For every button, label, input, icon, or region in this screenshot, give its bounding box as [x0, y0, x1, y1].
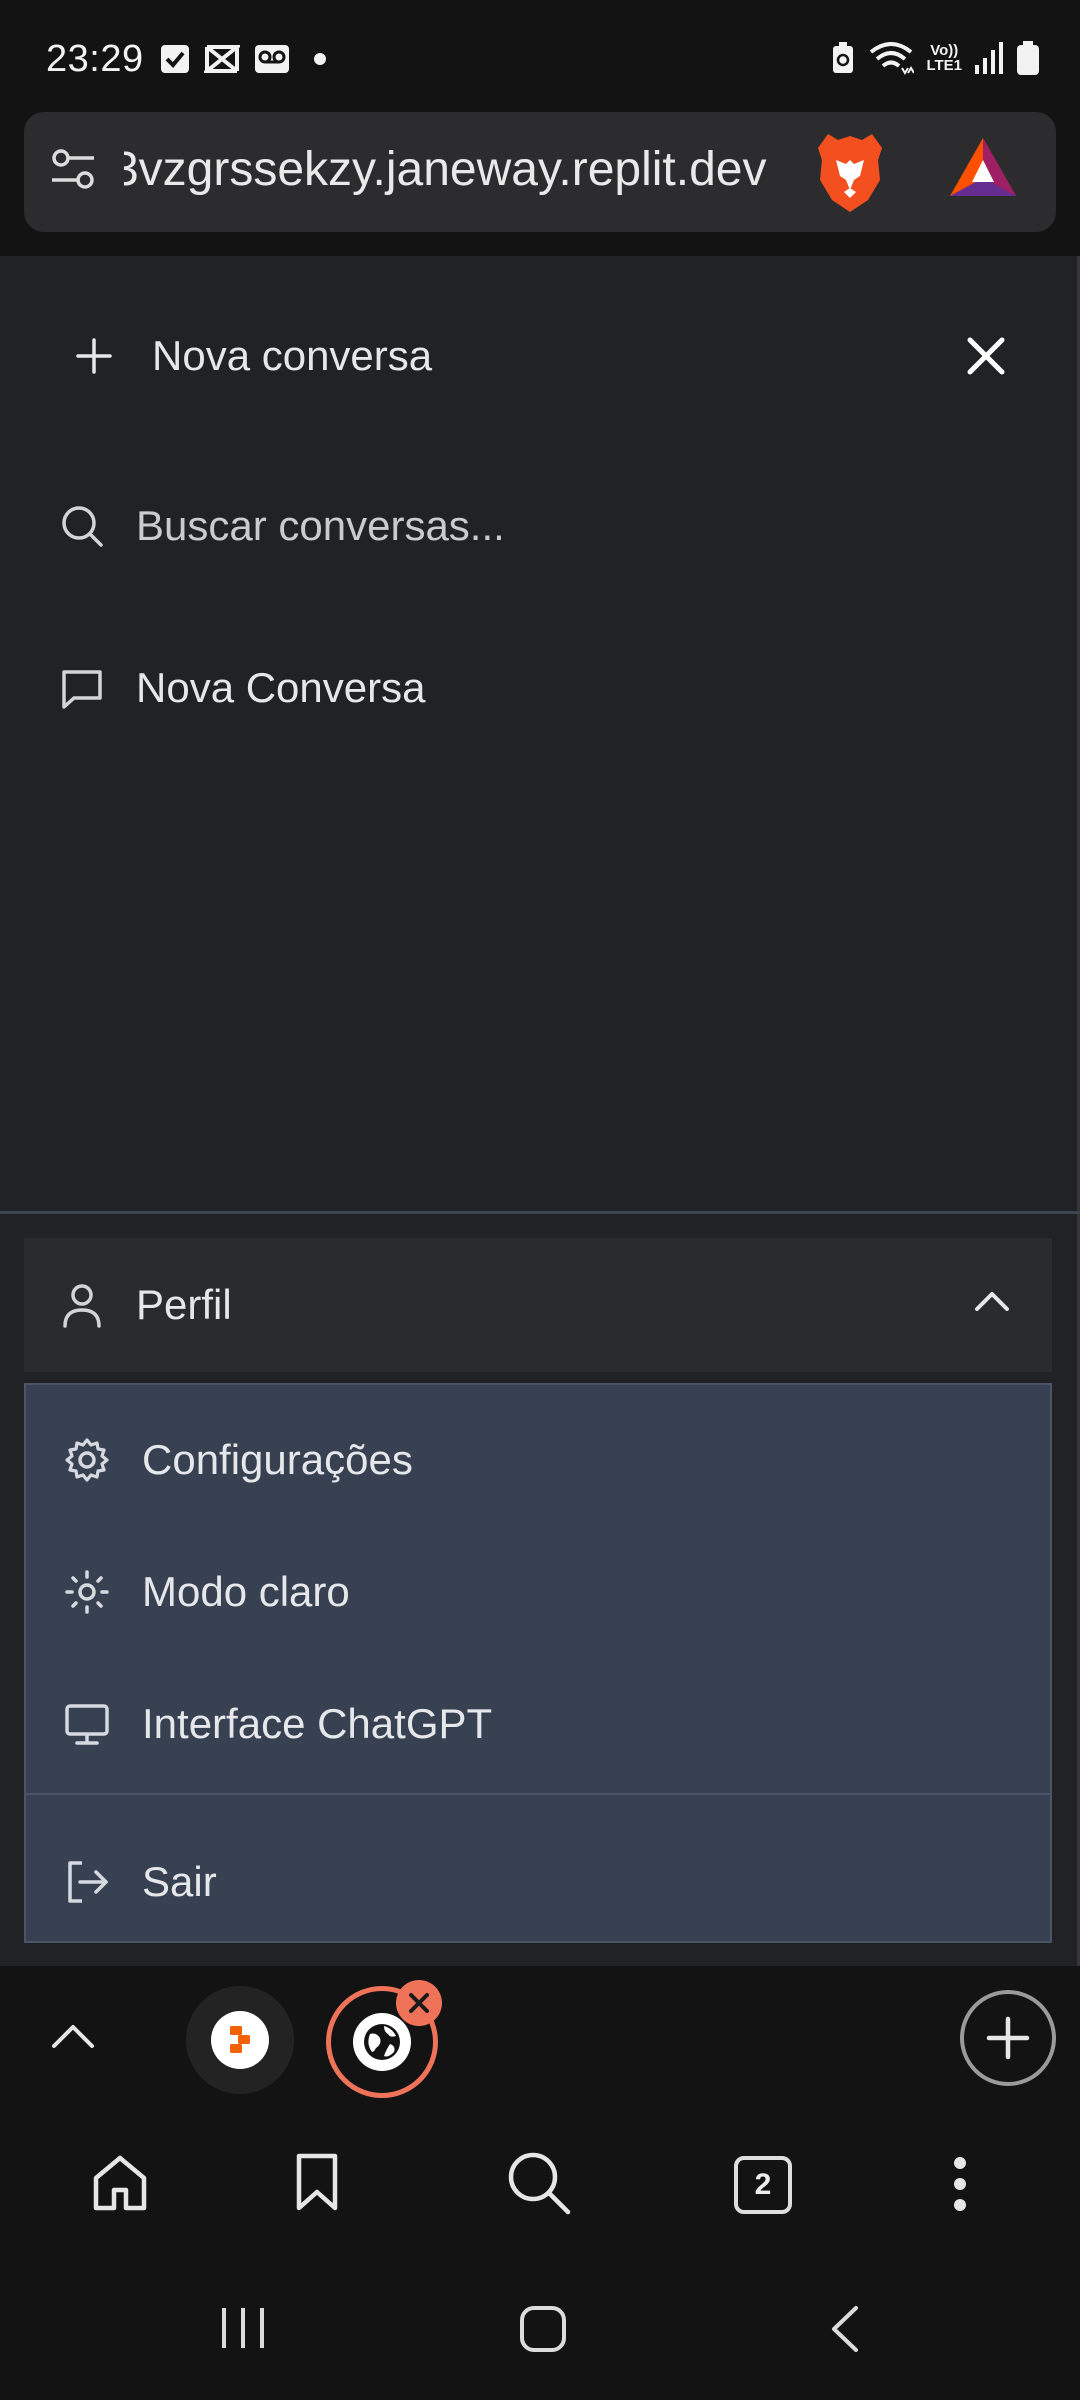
url-text[interactable]: )3vzgrssekzy.janeway.replit.dev	[124, 142, 824, 202]
plus-icon	[74, 336, 114, 376]
status-time: 23:29	[46, 38, 144, 80]
search-icon	[60, 504, 104, 548]
chevron-up-icon	[974, 1290, 1010, 1312]
monitor-icon	[64, 1701, 110, 1747]
site-settings-icon[interactable]	[50, 144, 96, 194]
profile-label: Perfil	[136, 1281, 232, 1328]
check-notification-icon	[160, 44, 190, 74]
replit-favicon-icon	[210, 2010, 270, 2070]
menu-item-logout[interactable]: Sair	[64, 1847, 1044, 1917]
globe-favicon-icon	[352, 2012, 412, 2072]
search-button[interactable]	[506, 2150, 572, 2216]
tab-strip	[0, 1966, 1080, 2116]
search-conversations-input[interactable]: Buscar conversas...	[60, 492, 1020, 560]
close-sidebar-button[interactable]	[966, 336, 1006, 376]
close-tab-button[interactable]	[396, 1980, 442, 2026]
home-button[interactable]	[90, 2154, 150, 2212]
notification-icons	[160, 44, 326, 74]
new-tab-button[interactable]	[960, 1990, 1056, 2086]
recent-apps-button[interactable]	[218, 2304, 268, 2352]
replit-tab[interactable]	[186, 1986, 294, 2094]
sidebar-divider	[0, 1211, 1080, 1214]
menu-item-chatgpt-interface[interactable]: Interface ChatGPT	[64, 1689, 1044, 1759]
new-chat-button[interactable]: Nova conversa	[74, 324, 432, 388]
lte-label: Vo)) LTE1	[926, 42, 962, 74]
search-placeholder: Buscar conversas...	[136, 502, 505, 549]
battery-saver-icon	[830, 41, 856, 75]
voicemail-icon	[254, 44, 290, 74]
menu-item-light-mode[interactable]: Modo claro	[64, 1557, 1044, 1627]
browser-toolbar: 2	[0, 2116, 1080, 2256]
signal-icon	[974, 41, 1004, 75]
plus-icon	[985, 2015, 1031, 2061]
logout-icon	[64, 1859, 110, 1905]
settings-label: Configurações	[142, 1436, 413, 1483]
collapse-tabs-button[interactable]	[50, 2022, 96, 2050]
address-bar[interactable]: )3vzgrssekzy.janeway.replit.dev	[24, 112, 1056, 232]
back-button[interactable]	[828, 2304, 862, 2354]
gear-icon	[64, 1437, 110, 1483]
battery-icon	[1016, 40, 1040, 76]
conversation-item[interactable]: Nova Conversa	[60, 654, 1020, 722]
brave-shields-icon[interactable]	[814, 130, 886, 214]
close-icon	[966, 336, 1006, 376]
logout-label: Sair	[142, 1858, 217, 1905]
tab-switcher-button[interactable]: 2	[734, 2156, 792, 2214]
capcut-icon	[204, 44, 240, 74]
profile-menu: Configurações Modo claro Interface ChatG…	[24, 1383, 1052, 1943]
profile-button[interactable]: Perfil	[24, 1238, 1052, 1372]
new-chat-label: Nova conversa	[152, 332, 433, 379]
brave-rewards-icon[interactable]	[948, 136, 1018, 198]
system-status-icons: Vo)) LTE1	[830, 40, 1040, 76]
more-menu-button[interactable]	[952, 2156, 968, 2212]
user-icon	[62, 1282, 102, 1328]
sun-icon	[64, 1569, 110, 1615]
system-navigation-bar	[0, 2256, 1080, 2400]
more-notifications-dot-icon	[314, 53, 326, 65]
light-mode-label: Modo claro	[142, 1568, 350, 1615]
message-icon	[60, 666, 104, 710]
wifi-icon	[868, 40, 915, 76]
status-bar: 23:29 Vo)) LTE1	[0, 0, 1080, 110]
bookmarks-button[interactable]	[294, 2152, 340, 2212]
chatgpt-interface-label: Interface ChatGPT	[142, 1700, 493, 1747]
close-tab-icon	[407, 1991, 431, 2015]
menu-divider	[26, 1793, 1050, 1795]
menu-item-settings[interactable]: Configurações	[64, 1425, 1044, 1495]
home-nav-button[interactable]	[518, 2304, 568, 2354]
conversation-title: Nova Conversa	[136, 664, 426, 711]
